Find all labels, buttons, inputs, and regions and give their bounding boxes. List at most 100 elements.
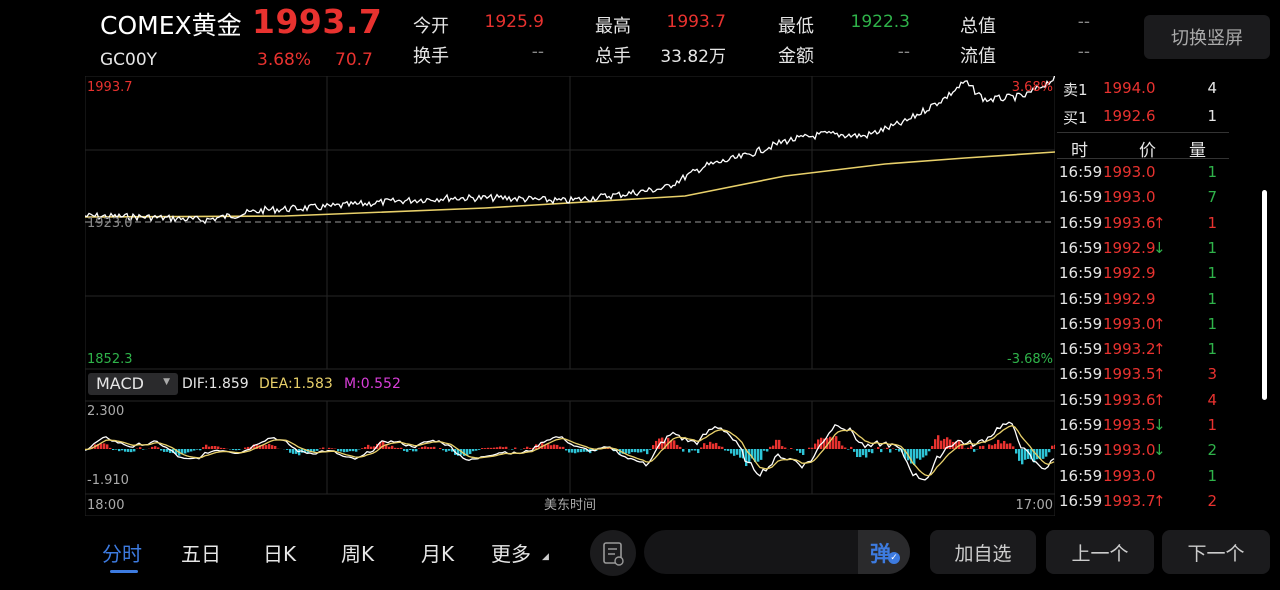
tick-price: 1992.9 [1103, 264, 1156, 283]
macd-bar [244, 447, 247, 449]
macd-bar [445, 449, 448, 452]
note-button[interactable] [590, 530, 636, 576]
macd-bar [442, 449, 445, 451]
tick-row: 16:59 1993.5 ↓ 1 [1057, 413, 1229, 438]
scrollbar[interactable] [1262, 190, 1267, 400]
next-button[interactable]: 下一个 [1162, 530, 1270, 574]
macd-bar [349, 449, 352, 452]
macd-bar [433, 446, 436, 449]
macd-bar [736, 449, 739, 455]
macd-bar [733, 449, 736, 456]
macd-bar [643, 449, 646, 452]
tick-time: 16:59 [1059, 289, 1103, 308]
macd-bar [967, 447, 970, 449]
header-time: 时 [1071, 141, 1088, 161]
tick-qty: 1 [1207, 264, 1217, 283]
macd-bar [166, 449, 169, 452]
macd-bar [637, 449, 640, 453]
macd-bar [757, 449, 760, 462]
tick-price: 1992.9 [1103, 238, 1156, 257]
macd-bar [448, 449, 451, 451]
macd-bar [748, 449, 751, 463]
tick-qty: 1 [1207, 163, 1217, 181]
tick-row: 16:59 1993.0 ↑ 1 [1057, 312, 1229, 337]
macd-bar [970, 445, 973, 449]
tick-qty: 2 [1207, 441, 1217, 460]
danmu-toggle[interactable]: 弹 ✓ [858, 530, 910, 574]
macd-bar [208, 446, 211, 449]
macd-bar [931, 445, 934, 449]
macd-bar [211, 446, 214, 449]
macd-bar [703, 443, 706, 449]
macd-bar [850, 446, 853, 449]
macd-bar [361, 448, 364, 449]
macd-bar [790, 448, 793, 449]
tab-4[interactable]: 月K [421, 538, 454, 567]
x-start-label: 18:00 [87, 498, 124, 513]
macd-bar [352, 449, 355, 452]
macd-selector[interactable]: MACD ▼ [88, 373, 178, 395]
macd-bar [868, 449, 871, 453]
macd-bar [490, 447, 493, 449]
macd-bar [547, 444, 550, 449]
macd-bar [778, 439, 781, 449]
prev-button[interactable]: 上一个 [1046, 530, 1154, 574]
macd-bar [403, 449, 406, 451]
tick-qty: 1 [1207, 466, 1217, 485]
macd-bar [238, 449, 241, 450]
add-watchlist-button[interactable]: 加自选 [930, 530, 1036, 574]
macd-bar [271, 445, 274, 449]
macd-y-max: 2.300 [87, 404, 124, 419]
macd-bar [1012, 446, 1015, 449]
tab-5[interactable]: 更多 [491, 538, 531, 567]
macd-bar [421, 447, 424, 449]
tick-price: 1993.0 [1103, 466, 1156, 485]
tab-3[interactable]: 周K [341, 538, 374, 567]
tick-arrow: ↑ [1153, 340, 1166, 359]
macd-bar [808, 447, 811, 449]
tick-time: 16:59 [1059, 365, 1103, 384]
macd-bar [163, 449, 166, 452]
macd-bar [232, 449, 235, 451]
macd-bar [574, 449, 577, 454]
tab-0[interactable]: 分时 [102, 538, 142, 567]
tick-qty: 1 [1207, 213, 1217, 232]
tab-1[interactable]: 五日 [181, 538, 221, 567]
macd-bar [673, 440, 676, 449]
macd-bar [265, 445, 268, 449]
macd-bar [220, 447, 223, 449]
macd-bar [487, 447, 490, 449]
macd-bar [796, 449, 799, 451]
macd-bar [388, 446, 391, 449]
macd-bar [994, 443, 997, 449]
macd-bar [190, 449, 193, 452]
tick-qty: 1 [1207, 314, 1217, 333]
macd-bar [268, 443, 271, 449]
sell-label: 卖1 [1063, 81, 1088, 99]
macd-bar [841, 445, 844, 449]
macd-bar [130, 449, 133, 453]
tick-price: 1992.9 [1103, 289, 1156, 308]
tick-row: 16:59 1992.9 1 [1057, 261, 1229, 286]
macd-bar [412, 449, 415, 452]
tick-time: 16:59 [1059, 264, 1103, 283]
macd-bar [370, 446, 373, 449]
macd-bar [895, 449, 898, 450]
macd-bar [661, 437, 664, 449]
macd-bar [919, 449, 922, 460]
macd-bar [355, 449, 358, 452]
macd-bar [802, 449, 805, 455]
switch-portrait-button[interactable]: 切换竖屏 [1144, 15, 1270, 59]
macd-bar [679, 446, 682, 449]
macd-dea-value: DEA:1.583 [259, 376, 333, 392]
last-price: 1993.7 [252, 2, 383, 41]
tab-2[interactable]: 日K [263, 538, 296, 567]
intraday-chart[interactable]: 1993.7 1923.0 1852.3 3.68% -3.68% 2.300 … [85, 76, 1055, 516]
macd-bar [715, 442, 718, 449]
macd-bar [814, 443, 817, 449]
macd-bar [835, 436, 838, 449]
macd-bar [766, 449, 769, 452]
macd-bar [1000, 443, 1003, 449]
instrument-code: GC00Y [100, 50, 158, 70]
tick-price: 1993.0 [1103, 188, 1156, 207]
